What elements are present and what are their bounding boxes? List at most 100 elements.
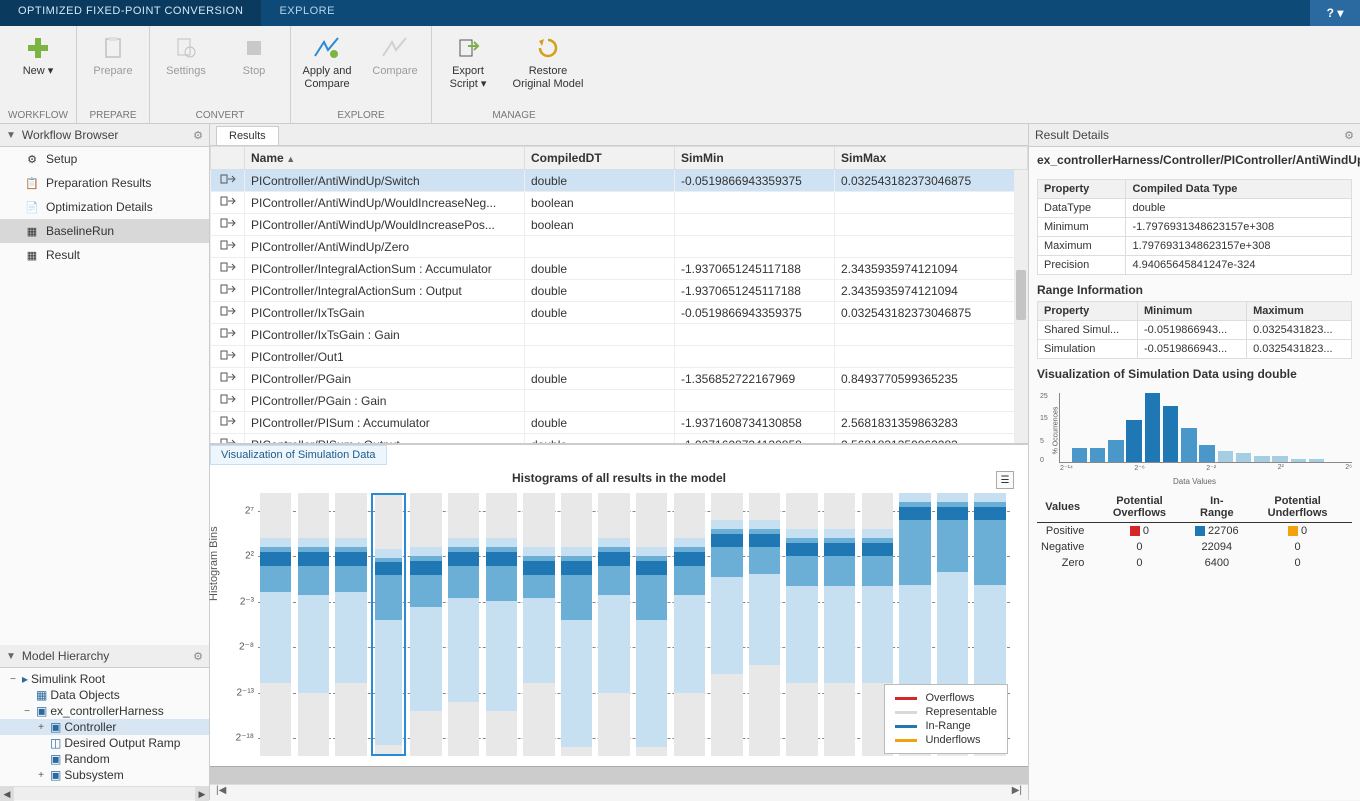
workflow-item-setup[interactable]: ⚙Setup	[0, 147, 209, 171]
right-column: Result Details ⚙ ex_controllerHarness/Co…	[1028, 124, 1360, 800]
help-button[interactable]: ? ▾	[1310, 0, 1360, 26]
tree-node[interactable]: −▸ Simulink Root	[0, 671, 209, 687]
table-row: Simulation-0.0519866943...0.0325431823..…	[1038, 339, 1352, 358]
histogram-column[interactable]	[333, 493, 368, 756]
histogram-column[interactable]	[521, 493, 556, 756]
table-row[interactable]: PIController/PISum : Accumulatordouble-1…	[211, 412, 1028, 434]
tree-node[interactable]: +▣ Controller	[0, 719, 209, 735]
legend-toggle-button[interactable]: ☰	[996, 471, 1014, 489]
export-script-button[interactable]: Export Script ▾	[440, 30, 496, 94]
col-compiled[interactable]: CompiledDT	[525, 147, 675, 170]
row-icon	[211, 170, 245, 192]
table-row[interactable]: PIController/IntegralActionSum : Accumul…	[211, 258, 1028, 280]
table-row[interactable]: PIController/IxTsGaindouble-0.0519866943…	[211, 302, 1028, 324]
table-row[interactable]: PIController/IxTsGain : Gain	[211, 324, 1028, 346]
workflow-item-baselinerun[interactable]: ▦BaselineRun	[0, 219, 209, 243]
values-table: Values Potential Overflows In-Range Pote…	[1037, 492, 1352, 571]
table-row[interactable]: PIController/AntiWindUp/Zero	[211, 236, 1028, 258]
histogram-column[interactable]	[596, 493, 631, 756]
tab-results[interactable]: Results	[216, 126, 279, 145]
horizontal-scrollbar[interactable]: ◀ ▶	[0, 786, 209, 800]
row-icon	[211, 412, 245, 434]
histogram-column[interactable]	[484, 493, 519, 756]
table-row[interactable]: PIController/PGain : Gain	[211, 390, 1028, 412]
stop-icon	[240, 34, 268, 62]
result-path: ex_controllerHarness/Controller/PIContro…	[1029, 147, 1360, 175]
workflow-browser-header[interactable]: ▼ Workflow Browser ⚙	[0, 124, 209, 147]
tree-node[interactable]: ▦ Data Objects	[0, 687, 209, 703]
vertical-scrollbar[interactable]	[1014, 170, 1028, 443]
table-row[interactable]: PIController/AntiWindUp/Switchdouble-0.0…	[211, 170, 1028, 192]
histogram-column[interactable]	[371, 493, 406, 756]
ribbon-group-workflow: New ▾ WORKFLOW	[0, 26, 77, 123]
scroll-right-icon[interactable]: ▶	[195, 787, 209, 801]
histogram-column[interactable]	[446, 493, 481, 756]
collapse-icon: ▼	[6, 130, 16, 141]
histogram-column[interactable]	[747, 493, 782, 756]
tab-explore[interactable]: EXPLORE	[261, 0, 352, 26]
tab-optimized-fixed-point[interactable]: OPTIMIZED FIXED-POINT CONVERSION	[0, 0, 261, 26]
workflow-item-preparation-results[interactable]: 📋Preparation Results	[0, 171, 209, 195]
model-hierarchy-tree: −▸ Simulink Root▦ Data Objects−▣ ex_cont…	[0, 668, 209, 786]
results-table: Name CompiledDT SimMin SimMax PIControll…	[210, 146, 1028, 444]
row-icon	[211, 434, 245, 445]
col-name[interactable]: Name	[245, 147, 525, 170]
twisty-icon[interactable]: +	[35, 722, 47, 733]
table-row: DataTypedouble	[1038, 198, 1352, 217]
histogram-column[interactable]	[408, 493, 443, 756]
gear-icon[interactable]: ⚙	[1344, 129, 1354, 142]
apply-compare-button[interactable]: Apply and Compare	[299, 30, 355, 94]
histogram-column[interactable]	[822, 493, 857, 756]
model-hierarchy-header[interactable]: ▼ Model Hierarchy ⚙	[0, 645, 209, 668]
item-icon: ⚙	[24, 151, 40, 167]
histogram-column[interactable]	[559, 493, 594, 756]
tree-node[interactable]: ▣ Random	[0, 751, 209, 767]
results-tabstrip: Results	[210, 124, 1028, 146]
table-row[interactable]: PIController/Out1	[211, 346, 1028, 368]
viz-tab[interactable]: Visualization of Simulation Data	[210, 445, 387, 465]
table-row[interactable]: PIController/IntegralActionSum : Outputd…	[211, 280, 1028, 302]
new-button[interactable]: New ▾	[10, 30, 66, 82]
restore-model-button[interactable]: Restore Original Model	[508, 30, 588, 94]
histogram-column[interactable]	[258, 493, 293, 756]
table-row: Shared Simul...-0.0519866943...0.0325431…	[1038, 320, 1352, 339]
node-icon: ▦	[36, 688, 47, 702]
twisty-icon[interactable]: +	[35, 770, 47, 781]
table-row[interactable]: PIController/AntiWindUp/WouldIncreaseNeg…	[211, 192, 1028, 214]
result-details-header[interactable]: Result Details ⚙	[1029, 124, 1360, 147]
col-simmin[interactable]: SimMin	[675, 147, 835, 170]
histogram-column[interactable]	[672, 493, 707, 756]
twisty-icon[interactable]: −	[21, 706, 33, 717]
scroll-left-icon[interactable]: ◀	[0, 787, 14, 801]
col-simmax[interactable]: SimMax	[835, 147, 1028, 170]
results-table-wrap: ✚ Name CompiledDT SimMin SimMax PIContro…	[210, 146, 1028, 444]
main-area: ▼ Workflow Browser ⚙ ⚙Setup📋Preparation …	[0, 124, 1360, 800]
gear-icon[interactable]: ⚙	[193, 650, 203, 663]
ribbon-group-prepare: Prepare PREPARE	[77, 26, 150, 123]
viz-title: Histograms of all results in the model	[220, 471, 1018, 485]
prepare-button: Prepare	[85, 30, 141, 82]
tree-node[interactable]: ◫ Desired Output Ramp	[0, 735, 209, 751]
table-row[interactable]: PIController/PISum : Outputdouble-1.9371…	[211, 434, 1028, 445]
histogram-column[interactable]	[709, 493, 744, 756]
workflow-item-optimization-details[interactable]: 📄Optimization Details	[0, 195, 209, 219]
histogram-column[interactable]	[296, 493, 331, 756]
help-icon: ? ▾	[1327, 6, 1344, 20]
item-icon: 📄	[24, 199, 40, 215]
twisty-icon[interactable]: −	[7, 674, 19, 685]
table-row[interactable]: PIController/PGaindouble-1.3568527221679…	[211, 368, 1028, 390]
table-row: Precision4.94065645841247e-324	[1038, 255, 1352, 274]
nav-left-icon[interactable]: |◀	[216, 785, 226, 800]
tree-node[interactable]: −▣ ex_controllerHarness	[0, 703, 209, 719]
node-icon: ▣	[36, 704, 47, 718]
histogram-column[interactable]	[784, 493, 819, 756]
table-row[interactable]: PIController/AntiWindUp/WouldIncreasePos…	[211, 214, 1028, 236]
gear-icon[interactable]: ⚙	[193, 129, 203, 142]
workflow-item-result[interactable]: ▦Result	[0, 243, 209, 267]
export-icon	[454, 34, 482, 62]
tree-node[interactable]: +▣ Subsystem	[0, 767, 209, 783]
nav-right-icon[interactable]: ▶|	[1012, 785, 1022, 800]
settings-button: Settings	[158, 30, 214, 82]
histogram-column[interactable]	[634, 493, 669, 756]
range-table: PropertyMinimumMaximum Shared Simul...-0…	[1037, 301, 1352, 359]
